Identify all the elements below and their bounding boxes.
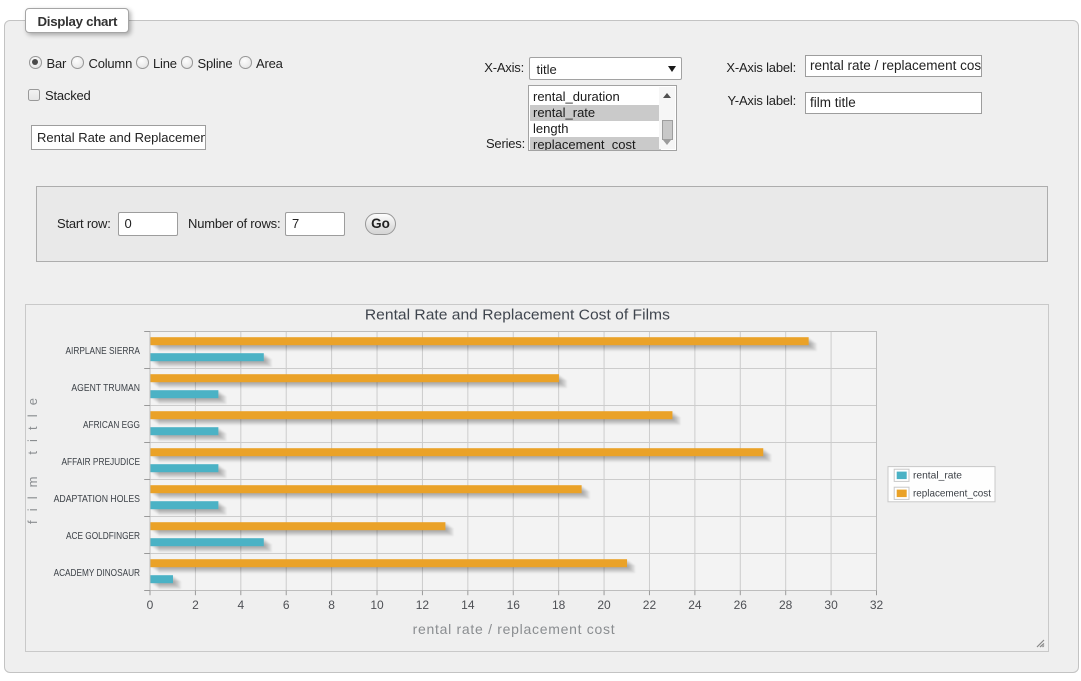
svg-text:18: 18 bbox=[552, 598, 566, 612]
svg-text:Rental Rate and Replacement Co: Rental Rate and Replacement Cost of Film… bbox=[365, 307, 670, 324]
svg-text:32: 32 bbox=[870, 598, 884, 612]
svg-text:16: 16 bbox=[507, 598, 521, 612]
svg-text:4: 4 bbox=[237, 598, 244, 612]
svg-text:30: 30 bbox=[824, 598, 838, 612]
svg-text:12: 12 bbox=[416, 598, 430, 612]
svg-text:ACE GOLDFINGER: ACE GOLDFINGER bbox=[66, 531, 140, 542]
svg-text:AFFAIR PREJUDICE: AFFAIR PREJUDICE bbox=[62, 457, 141, 468]
svg-text:26: 26 bbox=[734, 598, 748, 612]
svg-text:rental_rate: rental_rate bbox=[913, 469, 962, 481]
svg-text:AGENT TRUMAN: AGENT TRUMAN bbox=[71, 383, 140, 394]
svg-text:10: 10 bbox=[370, 598, 384, 612]
svg-text:0: 0 bbox=[147, 598, 154, 612]
svg-text:film title: film title bbox=[26, 398, 40, 524]
svg-text:AFRICAN EGG: AFRICAN EGG bbox=[83, 420, 140, 431]
svg-text:replacement_cost: replacement_cost bbox=[913, 487, 991, 499]
svg-text:rental rate / replacement cost: rental rate / replacement cost bbox=[413, 621, 615, 637]
svg-text:8: 8 bbox=[328, 598, 335, 612]
svg-text:6: 6 bbox=[283, 598, 290, 612]
svg-text:22: 22 bbox=[643, 598, 657, 612]
svg-text:24: 24 bbox=[688, 598, 702, 612]
svg-text:AIRPLANE SIERRA: AIRPLANE SIERRA bbox=[66, 346, 141, 357]
svg-text:28: 28 bbox=[779, 598, 793, 612]
svg-text:2: 2 bbox=[192, 598, 199, 612]
svg-text:ADAPTATION HOLES: ADAPTATION HOLES bbox=[54, 494, 141, 505]
svg-text:ACADEMY DINOSAUR: ACADEMY DINOSAUR bbox=[54, 568, 140, 579]
svg-text:20: 20 bbox=[597, 598, 611, 612]
svg-text:14: 14 bbox=[461, 598, 475, 612]
